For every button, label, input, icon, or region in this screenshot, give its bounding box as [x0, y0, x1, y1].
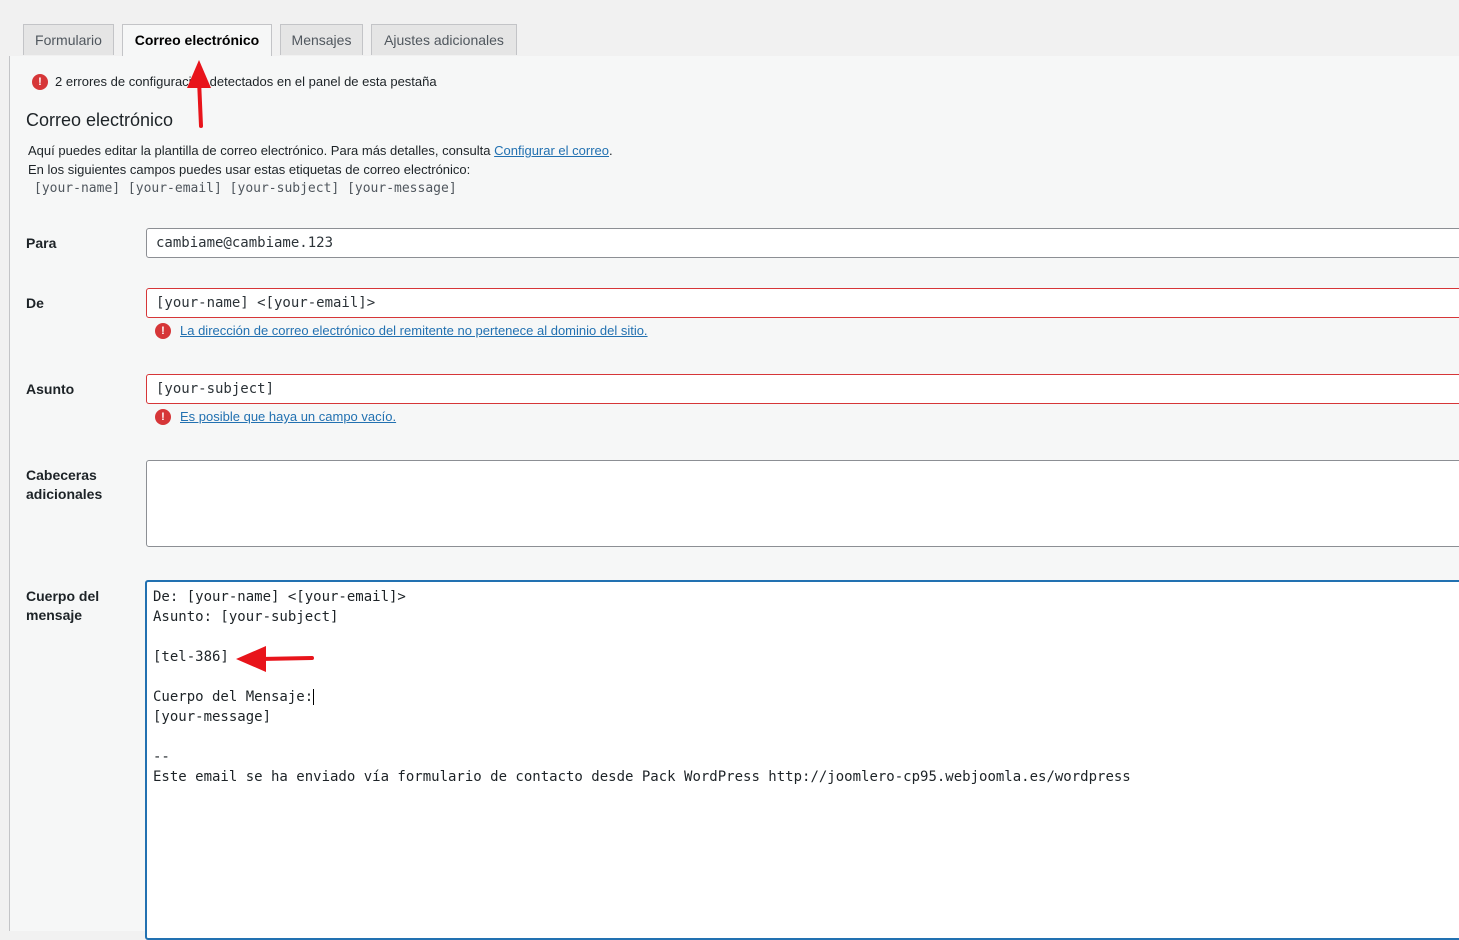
configure-mail-link[interactable]: Configurar el correo	[494, 143, 609, 158]
mail-tags: [your-name] [your-email] [your-subject] …	[34, 181, 457, 196]
headers-label-line2: adicionales	[26, 486, 103, 502]
body-line: De: [your-name] <[your-email]>	[153, 589, 406, 605]
from-label: De	[26, 295, 44, 311]
from-error-link[interactable]: La dirección de correo electrónico del r…	[180, 323, 648, 338]
body-label-line1: Cuerpo del	[26, 588, 100, 604]
tab-mensajes[interactable]: Mensajes	[280, 24, 363, 55]
body-line: Cuerpo del Mensaje:	[153, 689, 314, 705]
to-label: Para	[26, 235, 57, 251]
body-line: [tel-386]	[153, 649, 229, 665]
body-line-with-caret: Cuerpo del Mensaje:	[153, 687, 315, 707]
description-suffix: .	[609, 143, 613, 158]
error-icon: !	[155, 409, 171, 425]
tab-bar: Formulario Correo electrónico Mensajes A…	[0, 0, 1459, 57]
section-title: Correo electrónico	[26, 110, 174, 130]
from-field[interactable]: [your-name] <[your-email]>	[146, 288, 1459, 318]
body-label-line2: mensaje	[26, 607, 83, 623]
error-icon: !	[32, 74, 48, 90]
tab-ajustes-adicionales[interactable]: Ajustes adicionales	[371, 24, 517, 55]
headers-label-line1: Cabeceras	[26, 467, 97, 483]
subject-label: Asunto	[26, 381, 75, 397]
body-line: [your-message]	[153, 709, 272, 725]
subject-error-link[interactable]: Es posible que haya un campo vacío.	[180, 409, 396, 424]
body-line: Este email se ha enviado vía formulario …	[153, 769, 1131, 785]
body-line: --	[153, 749, 170, 765]
message-body-textarea[interactable]: De: [your-name] <[your-email]> Asunto: […	[145, 580, 1459, 940]
headers-textarea[interactable]	[146, 460, 1459, 547]
body-label: Cuerpo del mensaje	[26, 587, 99, 625]
to-field[interactable]: cambiame@cambiame.123	[146, 228, 1459, 258]
text-caret	[313, 689, 315, 705]
tab-correo-electronico[interactable]: Correo electrónico	[122, 24, 272, 57]
headers-label: Cabeceras adicionales	[26, 466, 102, 504]
config-error-notice: 2 errores de configuración detectados en…	[55, 74, 437, 89]
annotation-arrow-up	[187, 60, 211, 128]
body-line: Asunto: [your-subject]	[153, 609, 339, 625]
section-description-tags: En los siguientes campos puedes usar est…	[28, 162, 471, 177]
annotation-arrow-left	[236, 646, 314, 672]
tab-formulario[interactable]: Formulario	[23, 24, 114, 55]
description-text: Aquí puedes editar la plantilla de corre…	[28, 143, 495, 158]
section-description: Aquí puedes editar la plantilla de corre…	[28, 143, 613, 158]
error-icon: !	[155, 323, 171, 339]
subject-field[interactable]: [your-subject]	[146, 374, 1459, 404]
